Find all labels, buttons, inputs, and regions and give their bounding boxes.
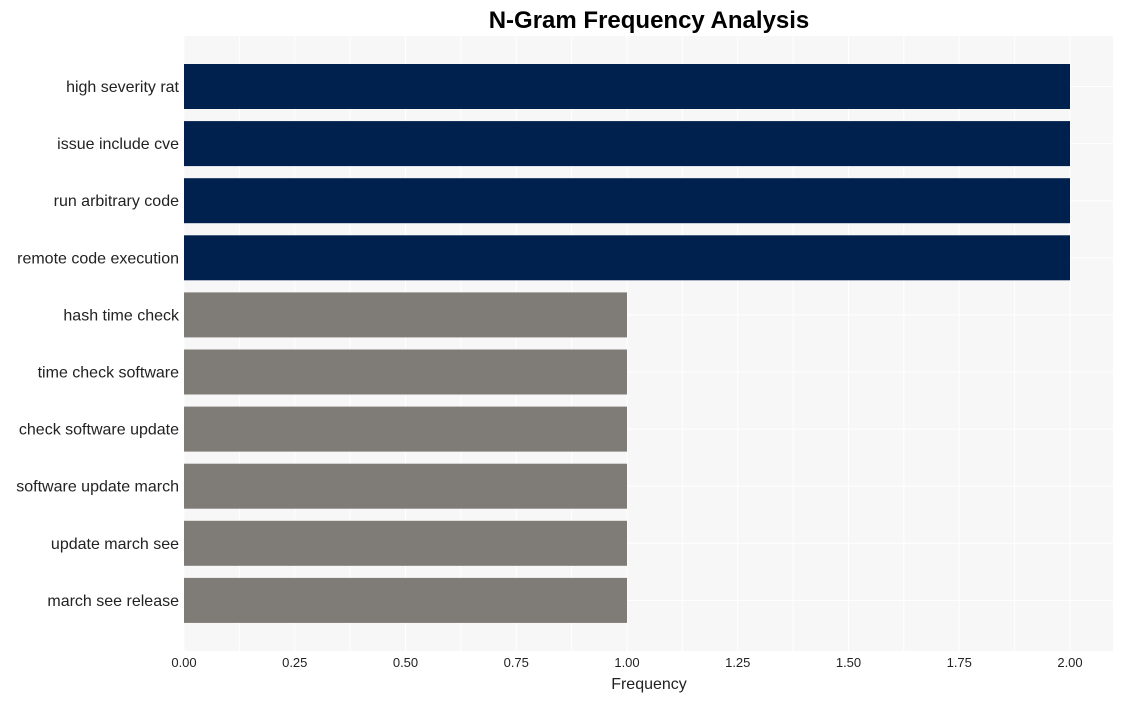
bar-run-arbitrary-code: [184, 178, 1070, 224]
bar-software-update-march: [184, 463, 627, 509]
x-tick-label: 0.00: [171, 655, 196, 670]
y-tick-label: check software update: [19, 422, 179, 439]
x-tick-label: 1.25: [725, 655, 750, 670]
bar-high-severity-rat: [184, 64, 1070, 109]
x-tick-label: 1.75: [947, 655, 972, 670]
x-tick-label: 1.00: [614, 655, 639, 670]
y-tick-label: remote code execution: [17, 250, 179, 267]
x-tick-label: 0.50: [393, 655, 418, 670]
bar-check-software-update: [184, 406, 627, 452]
chart: N-Gram Frequency Analysis high severity …: [16, 7, 1113, 693]
bar-hash-time-check: [184, 292, 627, 338]
y-tick-label: hash time check: [63, 307, 180, 324]
y-tick-label: software update march: [16, 479, 179, 496]
x-tick-label: 2.00: [1057, 655, 1082, 670]
x-axis-label: Frequency: [611, 676, 687, 693]
x-tick-label: 0.75: [504, 655, 529, 670]
y-tick-label: run arbitrary code: [54, 193, 179, 210]
x-axis-ticks: 0.00 0.25 0.50 0.75 1.00 1.25 1.50 1.75 2.00: [171, 655, 1082, 670]
y-tick-label: update march see: [51, 536, 179, 553]
y-tick-label: time check software: [38, 365, 179, 382]
bar-time-check-software: [184, 349, 627, 395]
x-tick-label: 0.25: [282, 655, 307, 670]
bar-remote-code-execution: [184, 235, 1070, 281]
bar-issue-include-cve: [184, 121, 1070, 167]
chart-title: N-Gram Frequency Analysis: [489, 7, 810, 34]
bar-update-march-see: [184, 520, 627, 566]
y-tick-label: march see release: [47, 593, 179, 610]
x-tick-label: 1.50: [836, 655, 861, 670]
bar-march-see-release: [184, 577, 627, 623]
y-tick-label: high severity rat: [66, 79, 179, 96]
y-axis-labels: high severity rat issue include cve run ar…: [16, 79, 180, 610]
y-tick-label: issue include cve: [57, 136, 179, 153]
